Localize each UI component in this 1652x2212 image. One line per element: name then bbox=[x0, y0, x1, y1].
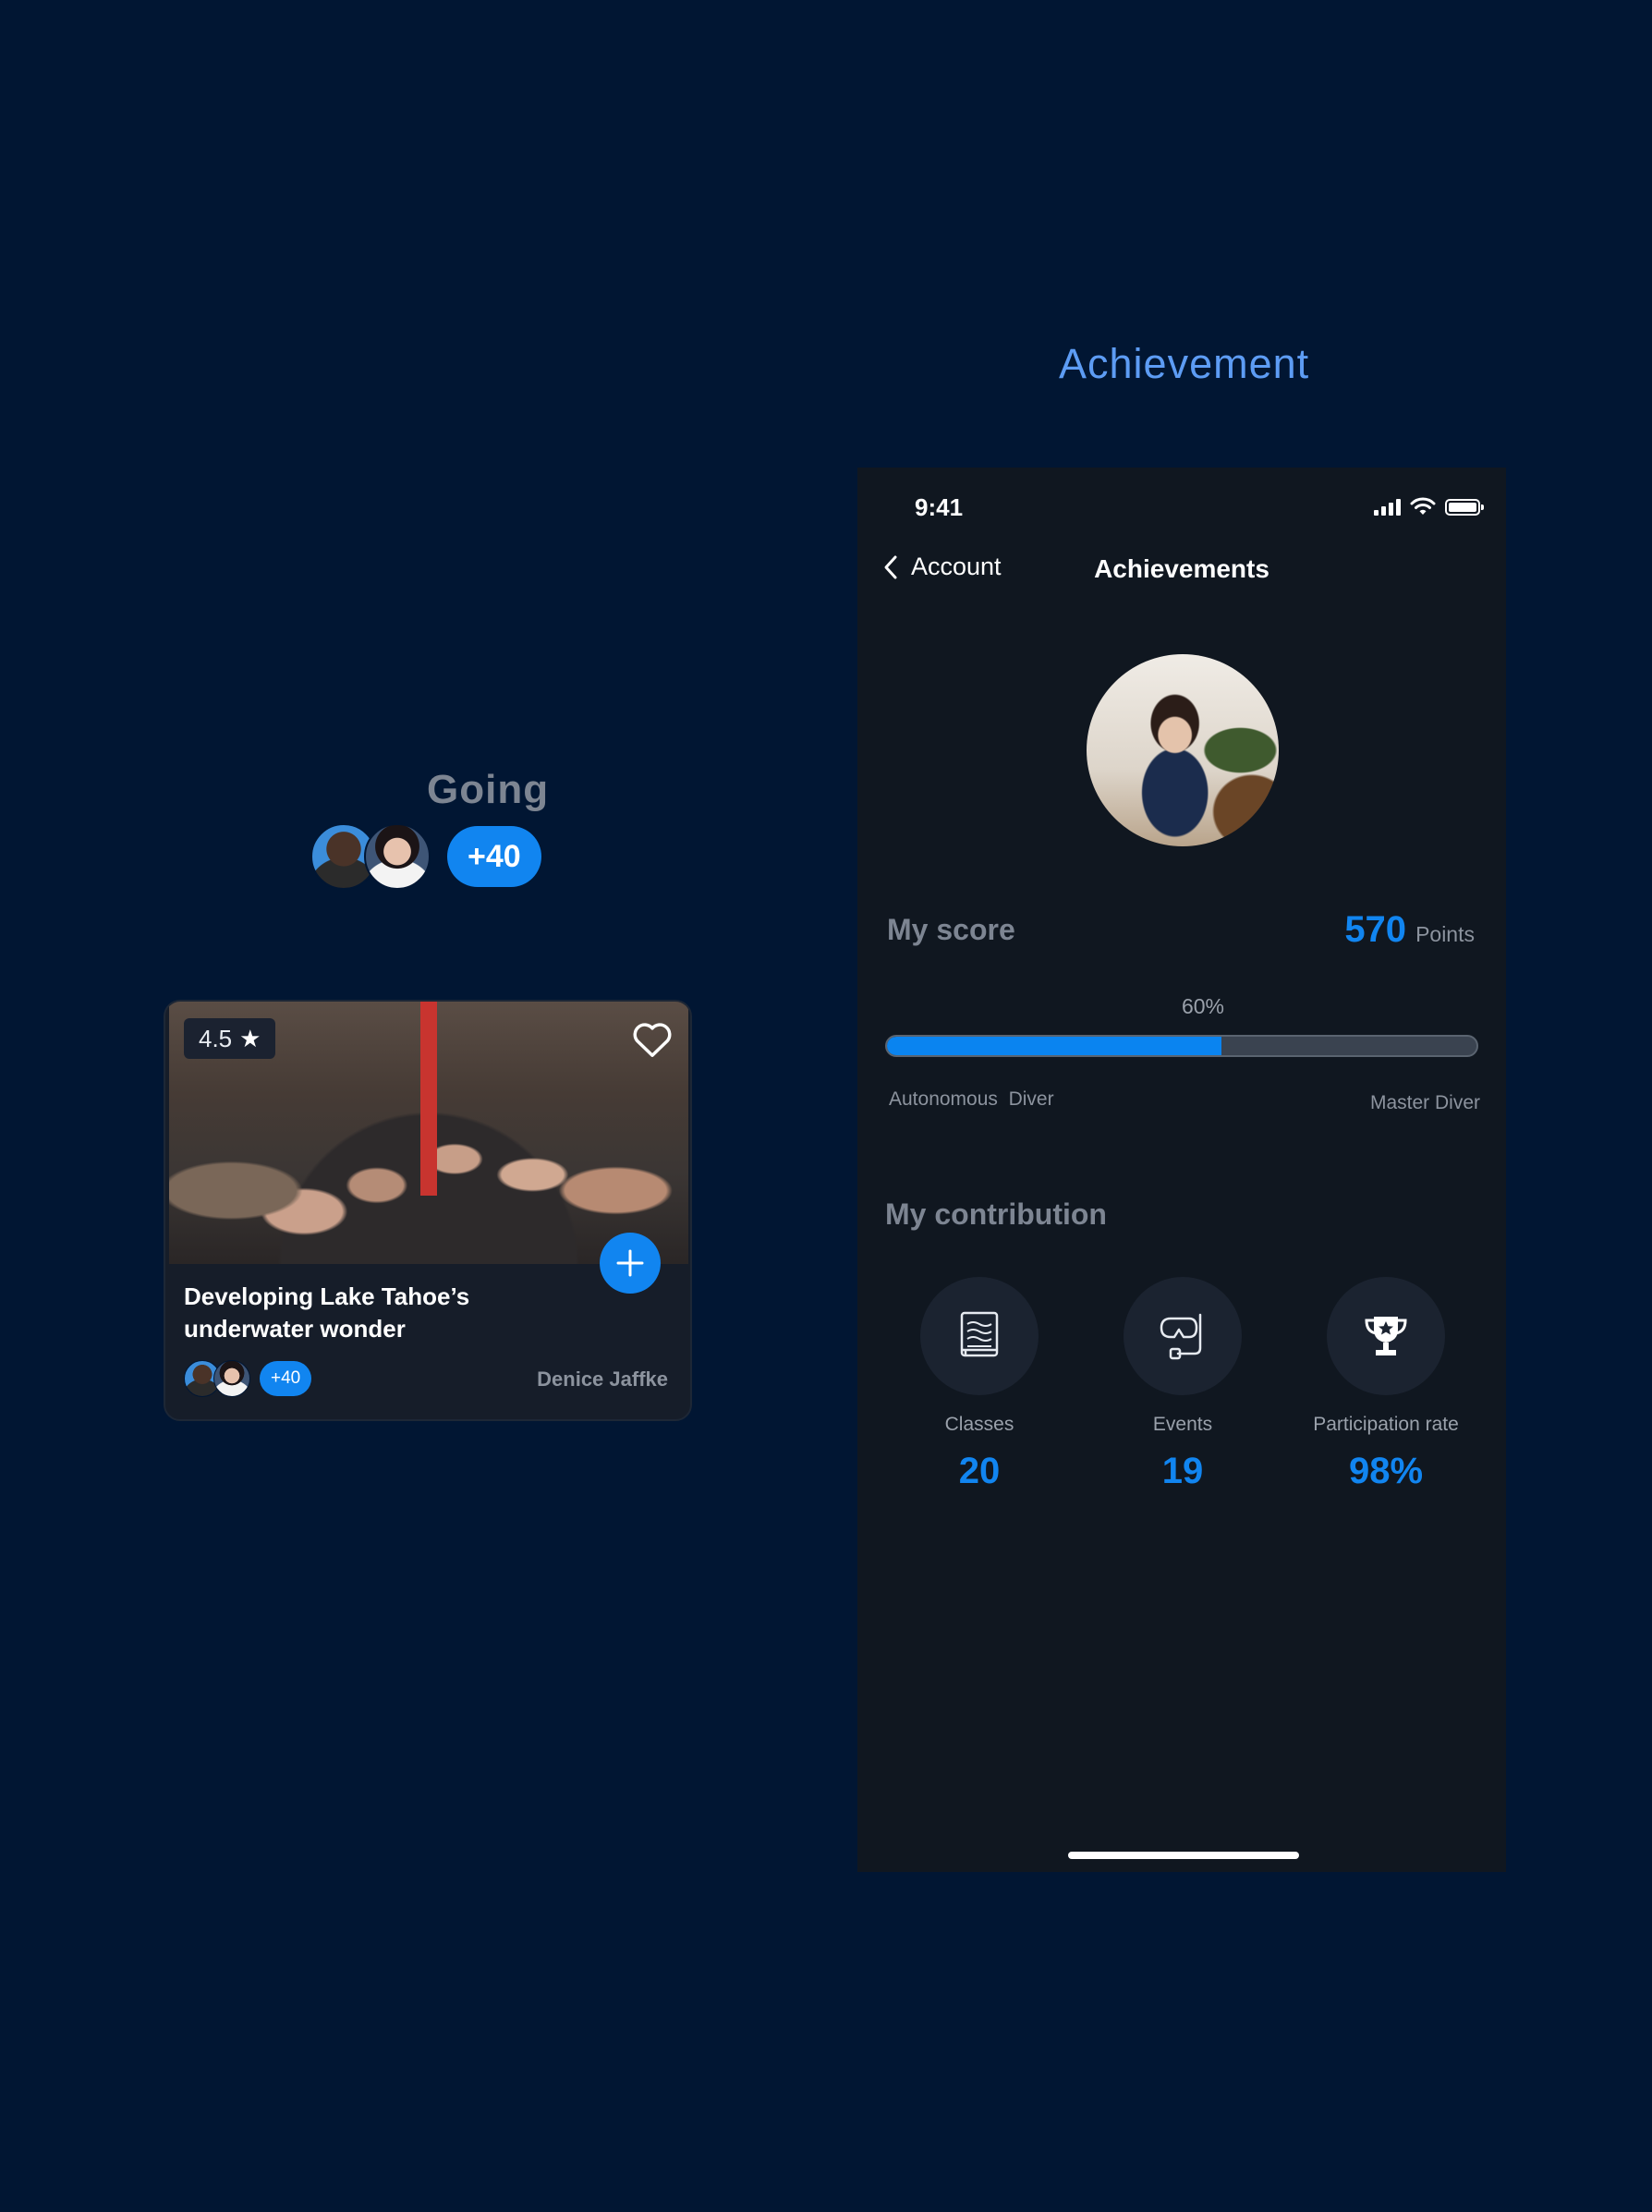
score-label: My score bbox=[887, 913, 1015, 946]
home-indicator bbox=[1068, 1852, 1299, 1859]
rating-badge: 4.5 ★ bbox=[184, 1018, 276, 1059]
heart-icon[interactable] bbox=[631, 1018, 674, 1059]
stat-classes[interactable]: Classes 20 bbox=[878, 1277, 1081, 1492]
organizer-name: Denice Jaffke bbox=[537, 1367, 668, 1391]
going-attendees-group[interactable]: +40 bbox=[310, 823, 541, 890]
achievements-screen: 9:41 Account Achievements My score 570 P… bbox=[857, 468, 1506, 1872]
level-start-label: Autonomous Diver bbox=[889, 1088, 1054, 1110]
stat-icon-circle bbox=[920, 1277, 1039, 1395]
event-card[interactable]: 4.5 ★ Developing Lake Tahoe’s underwater… bbox=[164, 1000, 692, 1421]
star-icon: ★ bbox=[239, 1025, 261, 1052]
stat-label: Events bbox=[1152, 1414, 1213, 1435]
diving-mask-icon bbox=[1160, 1313, 1202, 1360]
plus-icon bbox=[616, 1249, 644, 1277]
status-time: 9:41 bbox=[915, 493, 964, 521]
trophy-icon bbox=[1365, 1317, 1407, 1355]
contribution-label: My contribution bbox=[885, 1197, 1107, 1231]
progress-percent: 60% bbox=[1181, 994, 1225, 1018]
score-number: 570 bbox=[1344, 909, 1407, 950]
stat-events[interactable]: Events 19 bbox=[1081, 1277, 1284, 1492]
signal-icon bbox=[1374, 499, 1401, 516]
stat-value: 20 bbox=[958, 1451, 1001, 1491]
stat-icon-circle bbox=[1327, 1277, 1445, 1395]
stat-icon-circle bbox=[1124, 1277, 1242, 1395]
stat-value: 19 bbox=[1161, 1451, 1204, 1491]
rating-value: 4.5 bbox=[199, 1024, 233, 1052]
attendee-avatar bbox=[364, 823, 431, 890]
attendee-avatar bbox=[213, 1360, 250, 1397]
progress-fill bbox=[887, 1037, 1221, 1055]
score-value: 570 Points bbox=[1344, 909, 1475, 951]
progress-bar bbox=[885, 1035, 1478, 1057]
level-end-label: Master Diver bbox=[1369, 1092, 1480, 1113]
screen-title: Achievements bbox=[1094, 554, 1269, 583]
attendee-count-badge[interactable]: +40 bbox=[447, 826, 541, 887]
add-button[interactable] bbox=[600, 1233, 661, 1294]
attendee-count-badge[interactable]: +40 bbox=[260, 1361, 312, 1396]
stat-value: 98% bbox=[1348, 1451, 1424, 1491]
stat-label: Classes bbox=[944, 1414, 1014, 1435]
battery-icon bbox=[1445, 499, 1484, 516]
stat-participation-rate[interactable]: Participation rate 98% bbox=[1284, 1277, 1488, 1492]
profile-photo[interactable] bbox=[1087, 654, 1279, 846]
card-attendees[interactable]: +40 bbox=[184, 1360, 312, 1397]
status-icons bbox=[1374, 495, 1484, 516]
stat-label: Participation rate bbox=[1313, 1414, 1459, 1435]
achievement-heading: Achievement bbox=[1059, 340, 1310, 387]
photo-banner bbox=[420, 1002, 437, 1196]
book-icon bbox=[960, 1311, 999, 1357]
wifi-icon bbox=[1410, 497, 1436, 515]
event-title[interactable]: Developing Lake Tahoe’s underwater wonde… bbox=[184, 1281, 553, 1345]
going-heading: Going bbox=[427, 767, 550, 812]
score-unit: Points bbox=[1415, 922, 1475, 946]
